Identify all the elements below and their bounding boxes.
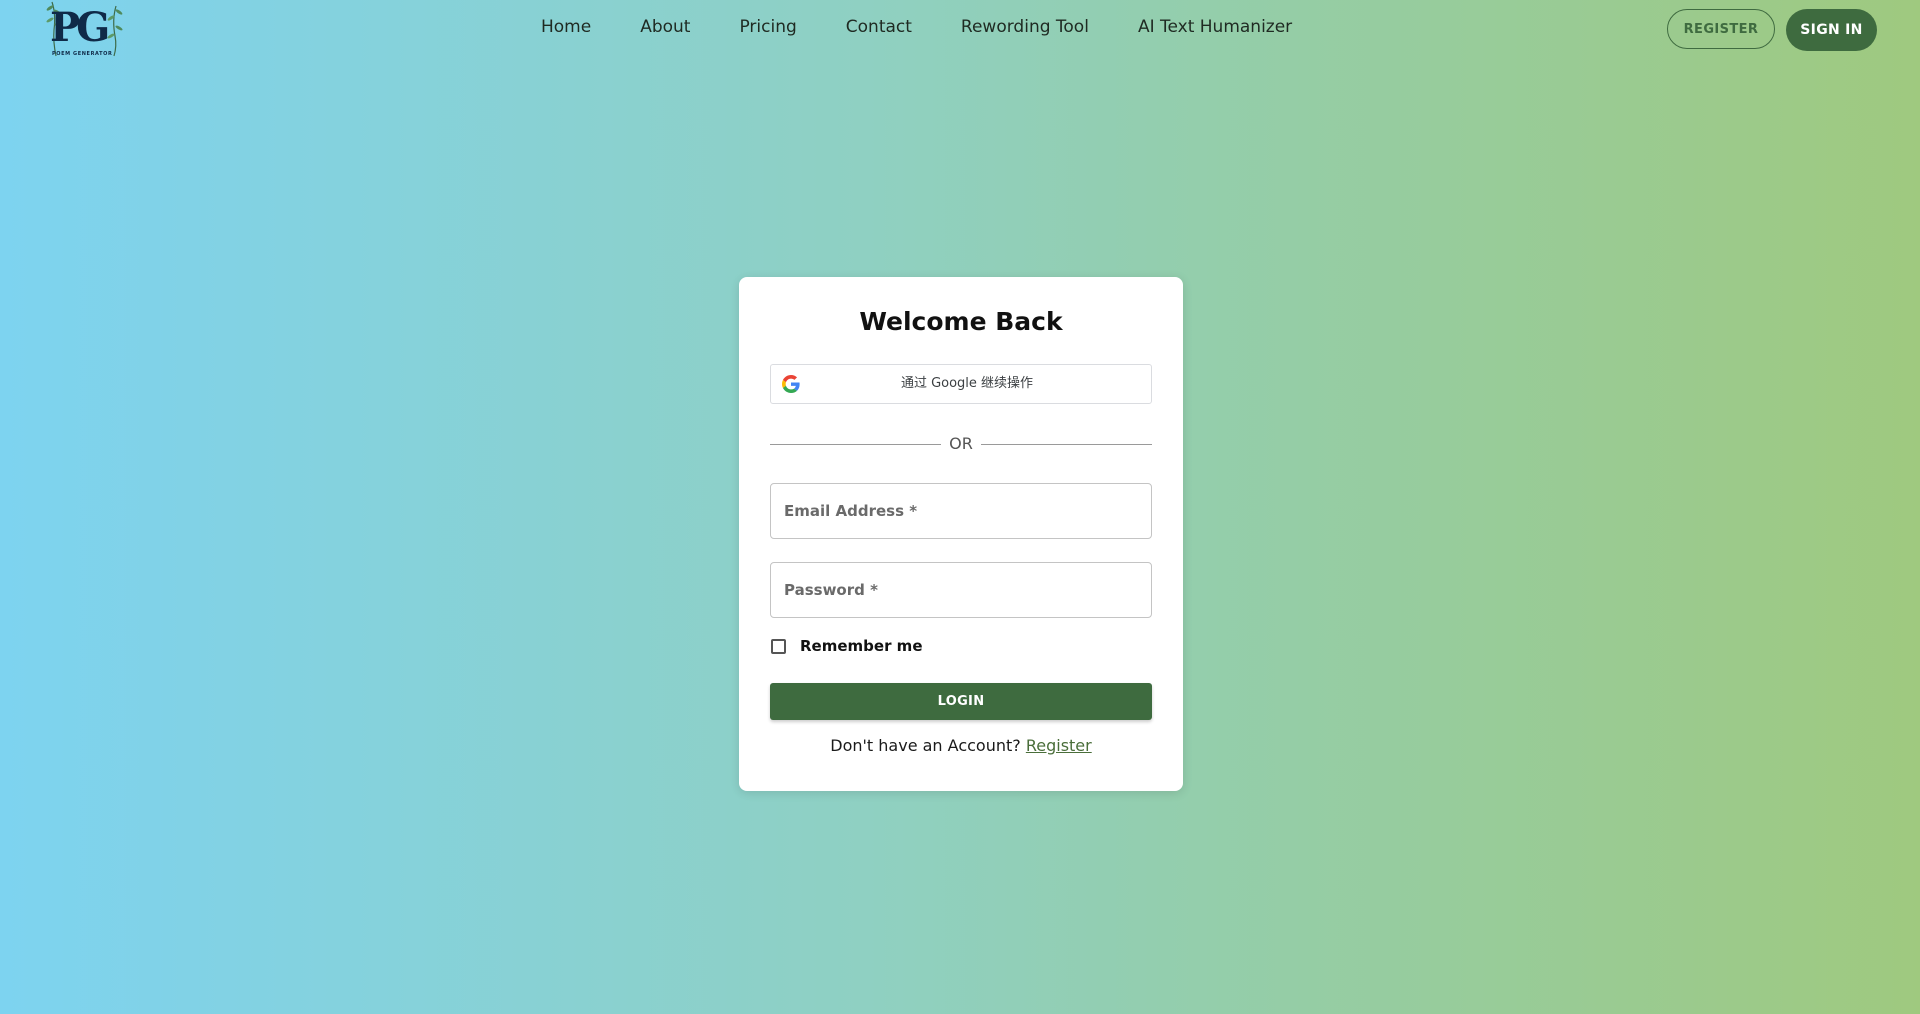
main-nav: Home About Pricing Contact Rewording Too… [541,17,1292,37]
login-title: Welcome Back [859,307,1063,336]
nav-item-rewording-tool[interactable]: Rewording Tool [961,17,1089,37]
signup-prompt: Don't have an Account? Register [739,736,1183,755]
nav-item-home[interactable]: Home [541,17,591,37]
nav-item-pricing[interactable]: Pricing [739,17,796,37]
or-divider: OR [770,434,1152,454]
email-input[interactable] [771,484,1151,538]
remember-me-checkbox[interactable] [771,638,786,654]
google-signin-label: 通过 Google 继续操作 [900,376,1034,391]
no-account-text: Don't have an Account? [830,736,1021,755]
login-card: Welcome Back 通过 Google 继续操作 OR Email Add… [739,277,1183,791]
site-header: PG POEM GENERATOR Home About Pricing Con… [0,0,1920,60]
email-field[interactable]: Email Address * [770,483,1152,539]
header-register-button[interactable]: REGISTER [1667,9,1775,49]
nav-item-contact[interactable]: Contact [846,17,912,37]
nav-item-ai-text-humanizer[interactable]: AI Text Humanizer [1138,17,1292,37]
logo-letters: PG [50,4,110,51]
logo-subtitle: POEM GENERATOR [52,51,113,57]
password-input[interactable] [771,563,1151,617]
password-field[interactable]: Password * [770,562,1152,618]
remember-me-label: Remember me [800,637,923,655]
header-signin-button[interactable]: SIGN IN [1786,9,1877,51]
remember-me-row[interactable]: Remember me [770,635,923,657]
login-button[interactable]: LOGIN [770,683,1152,720]
site-logo[interactable]: PG POEM GENERATOR [44,0,124,60]
nav-item-about[interactable]: About [640,17,690,37]
divider-line-right [981,444,1152,445]
register-link[interactable]: Register [1026,736,1092,755]
google-signin-button[interactable]: 通过 Google 继续操作 [770,364,1152,404]
